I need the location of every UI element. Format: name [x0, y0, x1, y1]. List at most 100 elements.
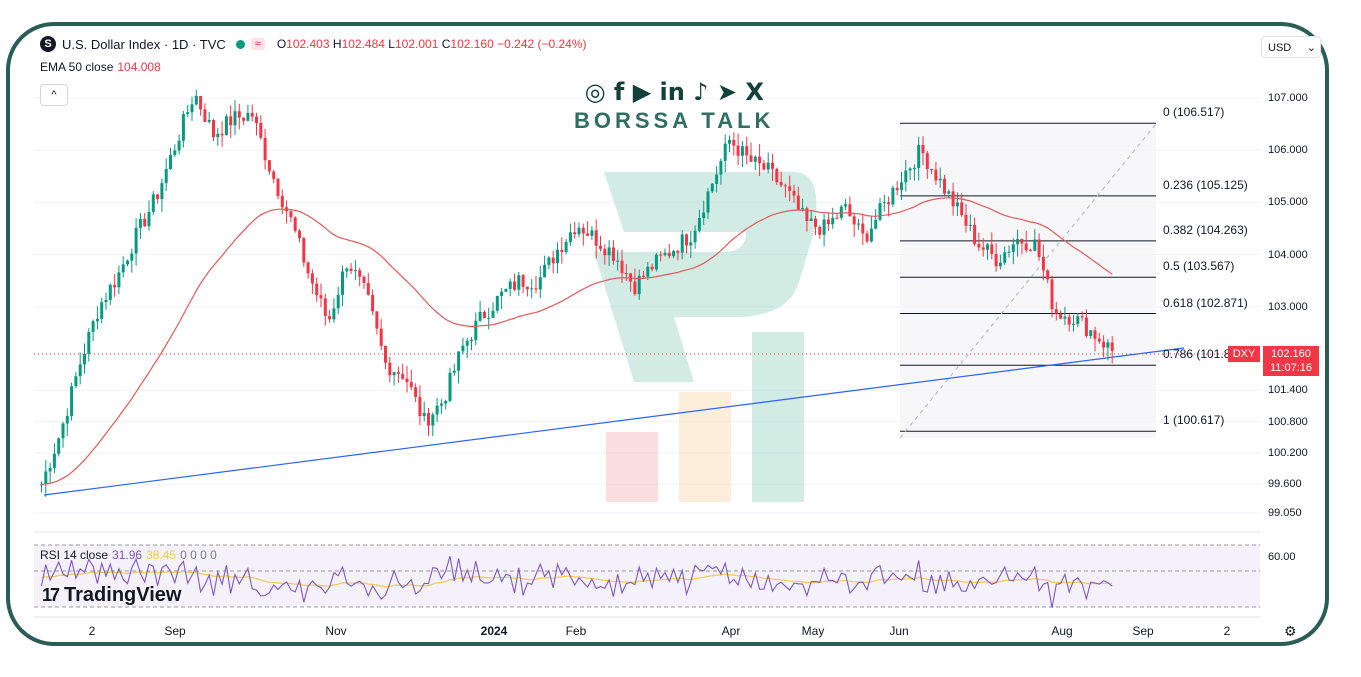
- candle: [310, 269, 314, 295]
- candle: [874, 209, 878, 230]
- candle: [173, 144, 177, 158]
- candle: [186, 104, 190, 117]
- candle: [470, 336, 473, 351]
- candle: [452, 363, 456, 376]
- candle: [263, 128, 267, 170]
- candle: [891, 185, 895, 207]
- candle: [57, 437, 61, 457]
- market-open-icon: [235, 39, 245, 49]
- candle: [319, 283, 323, 308]
- fib-level-label: 0.236 (105.125): [1163, 177, 1248, 192]
- candle: [654, 252, 658, 272]
- candle: [895, 181, 899, 196]
- currency-select[interactable]: USD ⌄: [1261, 36, 1321, 58]
- candle: [345, 267, 349, 278]
- borssa-talk-watermark: ◎ f ▶ in ♪ ➤ X BORSSA TALK: [574, 78, 774, 134]
- candle: [461, 337, 465, 355]
- candle: [207, 111, 211, 124]
- candle: [126, 259, 129, 267]
- candle: [315, 277, 319, 302]
- candle: [199, 95, 203, 116]
- candle: [590, 226, 594, 240]
- social-icons: ◎ f ▶ in ♪ ➤ X: [584, 78, 764, 106]
- symbol-tag: DXY: [1228, 346, 1260, 362]
- candle: [134, 218, 138, 266]
- candle: [500, 287, 504, 309]
- time-tick-label: Aug: [1051, 624, 1073, 638]
- status-pill[interactable]: ≈: [232, 38, 265, 50]
- candle: [568, 223, 572, 246]
- candle: [379, 319, 383, 351]
- price-tick-label: 99.050: [1268, 506, 1302, 519]
- candle: [887, 196, 891, 217]
- collapse-legend-button[interactable]: ^: [40, 84, 68, 106]
- candle: [835, 213, 839, 220]
- candle: [844, 199, 848, 211]
- candle: [323, 293, 327, 326]
- candle: [242, 117, 246, 125]
- candle: [78, 352, 82, 385]
- price-tick-label: 107.000: [1268, 92, 1308, 104]
- candle: [465, 337, 469, 359]
- time-tick-label: Nov: [325, 624, 347, 638]
- candle: [138, 212, 142, 240]
- candle: [435, 398, 439, 423]
- candle: [371, 289, 375, 316]
- price-tick-label: 99.600: [1268, 478, 1302, 491]
- candle: [358, 267, 362, 287]
- candle: [826, 212, 830, 231]
- candle: [504, 288, 508, 293]
- tradingview-icon: 17: [42, 585, 60, 605]
- candle: [878, 197, 882, 222]
- candle: [418, 385, 422, 426]
- fib-level-label: 0.786 (101.8: [1163, 347, 1231, 362]
- candle: [61, 421, 65, 448]
- candle: [857, 218, 860, 230]
- candle: [758, 143, 762, 177]
- candle: [444, 399, 448, 410]
- time-tick-label: Jun: [889, 624, 909, 638]
- time-tick-label: Feb: [565, 624, 587, 638]
- price-tick-label: 103.000: [1268, 300, 1308, 313]
- candle: [525, 286, 529, 297]
- candle: [556, 242, 559, 274]
- candle: [388, 356, 392, 383]
- candle: [74, 372, 78, 389]
- candle: [362, 275, 366, 289]
- dollar-symbol-icon: S: [40, 36, 56, 52]
- settings-gear-icon[interactable]: ⚙: [1284, 623, 1297, 640]
- chart-legend: S U.S. Dollar Index · 1D · TVC ≈ O102.40…: [40, 36, 587, 52]
- candle: [48, 462, 52, 484]
- candle: [818, 225, 822, 239]
- candle: [130, 248, 134, 273]
- price-tick-label: 104.000: [1268, 248, 1308, 261]
- candle: [44, 459, 48, 497]
- candle: [547, 255, 551, 270]
- time-tick-label: 2024: [480, 624, 508, 638]
- brand-name: BORSSA TALK: [574, 108, 775, 133]
- candle: [869, 215, 873, 243]
- candle: [495, 295, 499, 314]
- price-tick-label: 105.000: [1268, 196, 1308, 209]
- candle: [298, 228, 301, 243]
- time-tick-label: Sep: [1132, 624, 1154, 638]
- candle: [861, 214, 865, 245]
- tradingview-logo[interactable]: 17 TradingView: [42, 584, 181, 607]
- fib-level-label: 0.618 (102.871): [1163, 295, 1248, 310]
- candle: [267, 160, 271, 175]
- candle: [250, 104, 254, 122]
- candle: [384, 345, 387, 370]
- chevron-down-icon: ⌄: [1306, 42, 1316, 54]
- candle: [375, 311, 379, 335]
- candle: [685, 233, 688, 254]
- candle: [302, 236, 306, 267]
- candle: [40, 481, 43, 493]
- candle: [865, 230, 869, 244]
- ohlc-values: O102.403 H102.484 L102.001 C102.160 −0.2…: [276, 37, 587, 51]
- fib-level-label: 1 (100.617): [1163, 413, 1225, 428]
- candle: [229, 105, 233, 139]
- candle: [328, 309, 332, 323]
- candle: [143, 213, 147, 228]
- candle: [534, 275, 538, 294]
- chart-title: U.S. Dollar Index · 1D · TVC: [62, 36, 226, 52]
